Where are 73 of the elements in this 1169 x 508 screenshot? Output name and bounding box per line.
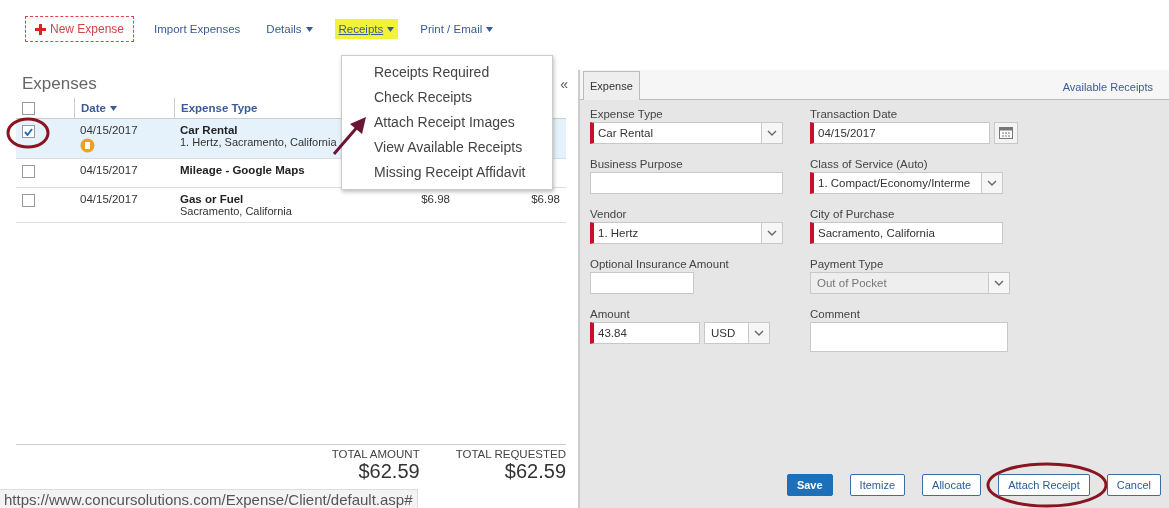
tab[interactable]: Expense xyxy=(583,71,640,100)
input-field[interactable] xyxy=(590,272,694,294)
dropdown-field: Out of Pocket xyxy=(810,272,1010,294)
input-field[interactable] xyxy=(590,172,783,194)
expense-type: Car Rental xyxy=(180,124,239,136)
available-receipts-link[interactable]: Available Receipts xyxy=(1062,81,1153,93)
field-label: Payment Type xyxy=(810,258,885,270)
section-title: Expenses xyxy=(22,74,97,94)
calendar-button[interactable] xyxy=(994,122,1018,144)
checkmark-icon xyxy=(24,127,33,136)
date-text: 04/15/2017 xyxy=(80,193,139,205)
menu-item[interactable]: Check Receipts xyxy=(342,85,552,110)
expense-detail: 1. Hertz, Sacramento, California xyxy=(180,136,338,148)
date-text: 04/15/2017 xyxy=(80,124,139,136)
chevron-down-icon xyxy=(994,280,1004,286)
total-value: $62.59 xyxy=(504,460,566,483)
date-field[interactable]: 04/15/2017 xyxy=(810,122,990,144)
field-label: City of Purchase xyxy=(810,208,896,220)
menu-button[interactable]: Details xyxy=(262,19,317,39)
status-url: https://www.concursolutions.com/Expense/Client/default.asp# xyxy=(4,491,413,508)
amount-text: $6.98 xyxy=(421,193,450,205)
menu-item[interactable]: Receipts Required xyxy=(342,60,552,85)
currency-dropdown[interactable]: USD xyxy=(704,322,770,344)
action-button[interactable]: Allocate xyxy=(922,474,982,496)
field-label: Expense Type xyxy=(590,108,664,120)
action-button[interactable]: Cancel xyxy=(1106,474,1161,496)
chevron-down-icon xyxy=(767,230,777,236)
caret-icon xyxy=(387,26,395,32)
total-value: $62.59 xyxy=(358,460,420,483)
menu-button[interactable]: Receipts xyxy=(334,19,399,39)
field-label: Amount xyxy=(590,308,631,320)
total-label: TOTAL REQUESTED xyxy=(455,448,566,460)
menu-item[interactable]: Missing Receipt Affidavit xyxy=(342,160,552,185)
field-label: Business Purpose xyxy=(590,158,684,170)
checkbox[interactable] xyxy=(22,165,35,178)
field-label: Optional Insurance Amount xyxy=(590,258,730,270)
input-field[interactable]: Sacramento, California xyxy=(810,222,1003,244)
total-label: TOTAL AMOUNT xyxy=(331,448,420,460)
chevron-down-icon xyxy=(754,330,764,336)
action-button[interactable]: Attach Receipt xyxy=(998,474,1090,496)
caret-icon xyxy=(305,26,313,32)
checkbox[interactable] xyxy=(22,125,35,138)
field-label: Class of Service (Auto) xyxy=(810,158,929,170)
expense-type: Gas or Fuel xyxy=(180,193,245,205)
new-expense-button[interactable]: New Expense xyxy=(25,16,135,42)
action-button[interactable]: Itemize xyxy=(849,474,906,496)
menu-item[interactable]: View Available Receipts xyxy=(342,135,552,160)
chevron-down-icon xyxy=(987,180,997,186)
calendar-icon xyxy=(999,127,1013,139)
checkbox[interactable] xyxy=(22,194,35,207)
dropdown-field[interactable]: Car Rental xyxy=(590,122,783,144)
date-text: 04/15/2017 xyxy=(80,164,139,176)
field-label: Transaction Date xyxy=(810,108,899,120)
column-header[interactable]: Date xyxy=(81,102,117,114)
expense-detail: Sacramento, California xyxy=(180,205,293,217)
plus-icon xyxy=(35,23,46,35)
sort-caret-icon xyxy=(109,105,117,111)
dropdown-field[interactable]: 1. Hertz xyxy=(590,222,783,244)
column-header[interactable]: Expense Type xyxy=(181,102,258,114)
dropdown-field[interactable]: 1. Compact/Economy/Interme xyxy=(810,172,1003,194)
caret-icon xyxy=(486,26,494,32)
toolbar-link[interactable]: Import Expenses xyxy=(150,19,245,39)
amount-text: $6.98 xyxy=(531,193,560,205)
expense-type: Mileage - Google Maps xyxy=(180,164,306,176)
field-label: Vendor xyxy=(590,208,628,220)
save-button[interactable]: Save xyxy=(786,474,833,496)
comment-field[interactable] xyxy=(810,322,1008,352)
amount-field[interactable]: 43.84 xyxy=(590,322,700,344)
field-label: Comment xyxy=(810,308,861,320)
collapse-button[interactable]: « xyxy=(560,76,568,92)
chevron-down-icon xyxy=(767,130,777,136)
menu-button[interactable]: Print / Email xyxy=(416,19,498,39)
checkbox[interactable] xyxy=(22,101,35,115)
